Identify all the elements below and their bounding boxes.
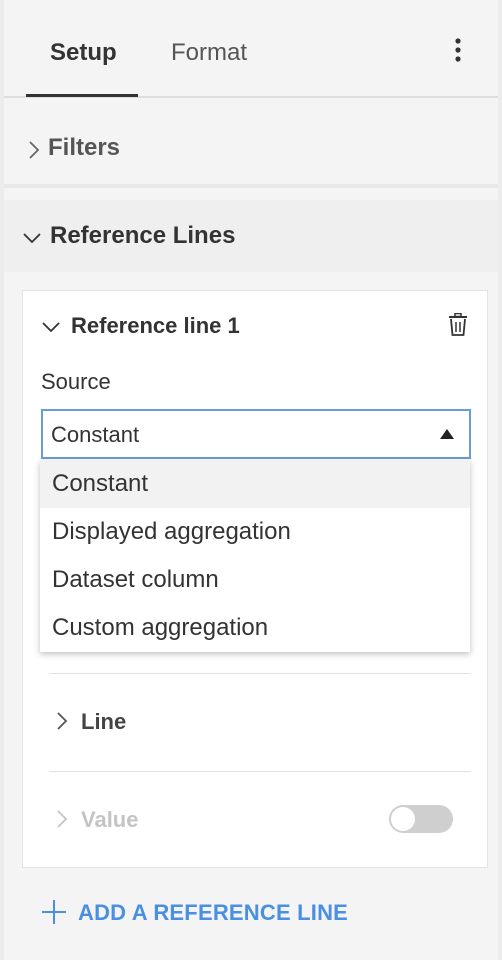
source-option-constant[interactable]: Constant [40,460,470,508]
filters-label: Filters [48,134,121,161]
line-label: Line [81,709,127,734]
line-section-header[interactable]: Line [49,675,471,771]
chevron-down-icon [23,233,41,244]
chevron-right-icon [29,141,40,159]
divider [49,771,471,772]
value-label: Value [81,807,139,832]
reference-lines-label: Reference Lines [50,222,236,249]
source-label: Source [41,369,111,394]
section-divider [4,184,498,188]
source-option-dataset-column[interactable]: Dataset column [40,556,470,604]
chevron-right-icon [57,810,68,828]
more-options-icon[interactable] [444,36,472,66]
source-option-displayed-aggregation[interactable]: Displayed aggregation [40,508,470,556]
value-toggle[interactable] [389,805,453,833]
tab-format[interactable]: Format [171,36,247,70]
chevron-right-icon [57,712,68,730]
source-select[interactable]: Constant [41,409,471,459]
trash-icon[interactable] [447,313,469,337]
filters-section-header[interactable]: Filters [4,100,498,184]
add-reference-line-label: ADD A REFERENCE LINE [78,900,349,925]
tab-bar: Setup Format [4,0,498,98]
tab-setup[interactable]: Setup [50,36,117,70]
plus-icon [42,900,66,924]
chevron-down-icon[interactable] [41,317,61,337]
source-option-custom-aggregation[interactable]: Custom aggregation [40,604,470,652]
source-dropdown-menu: Constant Displayed aggregation Dataset c… [40,460,470,652]
value-section-header[interactable]: Value [49,773,471,869]
reference-line-title: Reference line 1 [71,313,240,338]
reference-lines-section-header[interactable]: Reference Lines [4,200,498,272]
toggle-knob [391,807,415,831]
divider [49,673,471,674]
source-select-value: Constant [51,422,140,447]
settings-panel: Setup Format Filters Reference Lines Ref… [0,0,502,960]
caret-up-icon [440,429,454,439]
active-tab-indicator [26,94,138,97]
